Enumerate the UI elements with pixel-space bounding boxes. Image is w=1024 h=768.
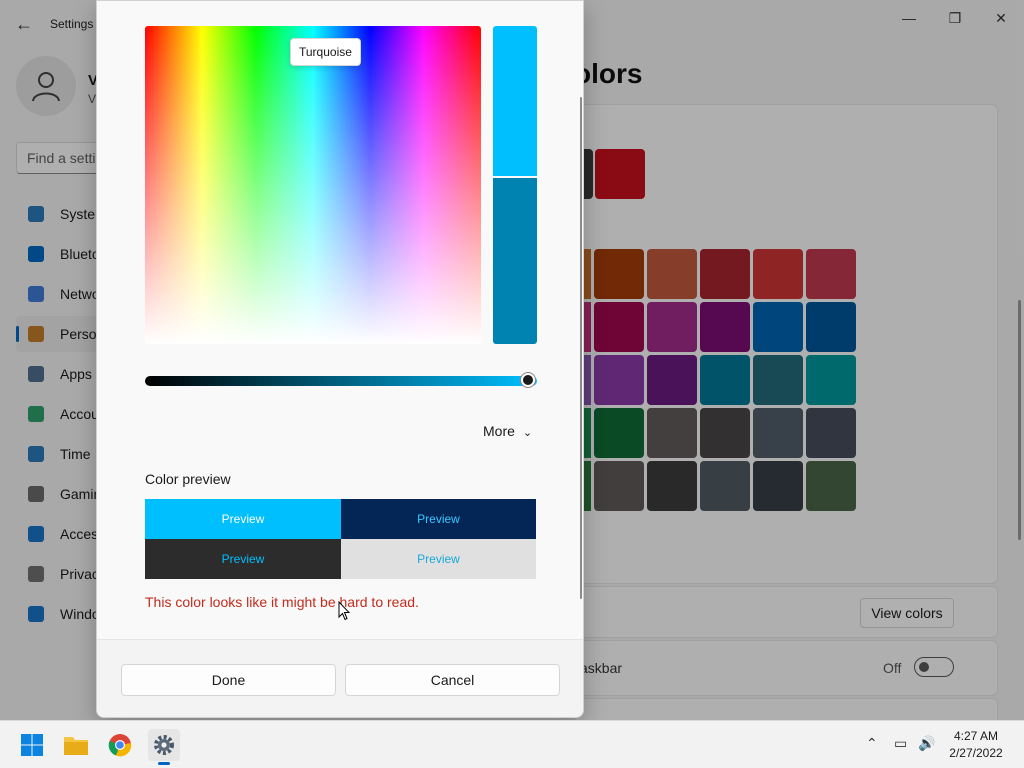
color-name-tooltip: Turquoise bbox=[290, 38, 361, 66]
windows-logo-icon bbox=[21, 734, 43, 756]
gear-icon bbox=[154, 735, 174, 755]
preview-light-on-accent: Preview bbox=[145, 499, 341, 539]
color-preview-grid: Preview Preview Preview Preview bbox=[145, 499, 536, 579]
more-button[interactable]: More ⌄ bbox=[483, 423, 532, 439]
clock-time: 4:27 AM bbox=[953, 729, 999, 743]
chrome-icon bbox=[108, 734, 132, 757]
file-explorer-button[interactable] bbox=[60, 729, 92, 761]
preview-accent-on-light: Preview bbox=[341, 539, 536, 579]
network-tray-icon[interactable]: ▭ bbox=[894, 735, 907, 752]
dialog-footer: Done Cancel bbox=[97, 639, 583, 717]
color-spectrum[interactable] bbox=[145, 26, 481, 344]
done-button[interactable]: Done bbox=[121, 664, 336, 696]
value-slider[interactable] bbox=[145, 373, 537, 387]
preview-accent-on-dark: Preview bbox=[341, 499, 536, 539]
dialog-scrollbar[interactable] bbox=[580, 97, 582, 599]
current-color-preview bbox=[493, 178, 537, 344]
start-button[interactable] bbox=[16, 729, 48, 761]
value-slider-thumb[interactable] bbox=[520, 373, 535, 387]
mouse-cursor-icon bbox=[338, 601, 350, 621]
chevron-down-icon: ⌄ bbox=[522, 427, 533, 439]
new-color-preview bbox=[493, 26, 537, 176]
taskbar: ⌃ ▭ 🔊 4:27 AM 2/27/2022 bbox=[0, 720, 1024, 768]
settings-taskbar-button[interactable] bbox=[148, 729, 180, 765]
preview-accent-on-black: Preview bbox=[145, 539, 341, 579]
clock-date: 2/27/2022 bbox=[949, 746, 1003, 760]
system-clock[interactable]: 4:27 AM 2/27/2022 bbox=[940, 728, 1012, 762]
more-label: More bbox=[483, 423, 515, 439]
color-preview-heading: Color preview bbox=[145, 471, 231, 487]
contrast-warning: This color looks like it might be hard t… bbox=[145, 594, 419, 610]
chrome-button[interactable] bbox=[104, 729, 136, 761]
folder-icon bbox=[64, 737, 88, 755]
chevron-up-icon[interactable]: ⌃ bbox=[866, 735, 878, 752]
cancel-button[interactable]: Cancel bbox=[345, 664, 560, 696]
volume-icon[interactable]: 🔊 bbox=[918, 735, 935, 752]
